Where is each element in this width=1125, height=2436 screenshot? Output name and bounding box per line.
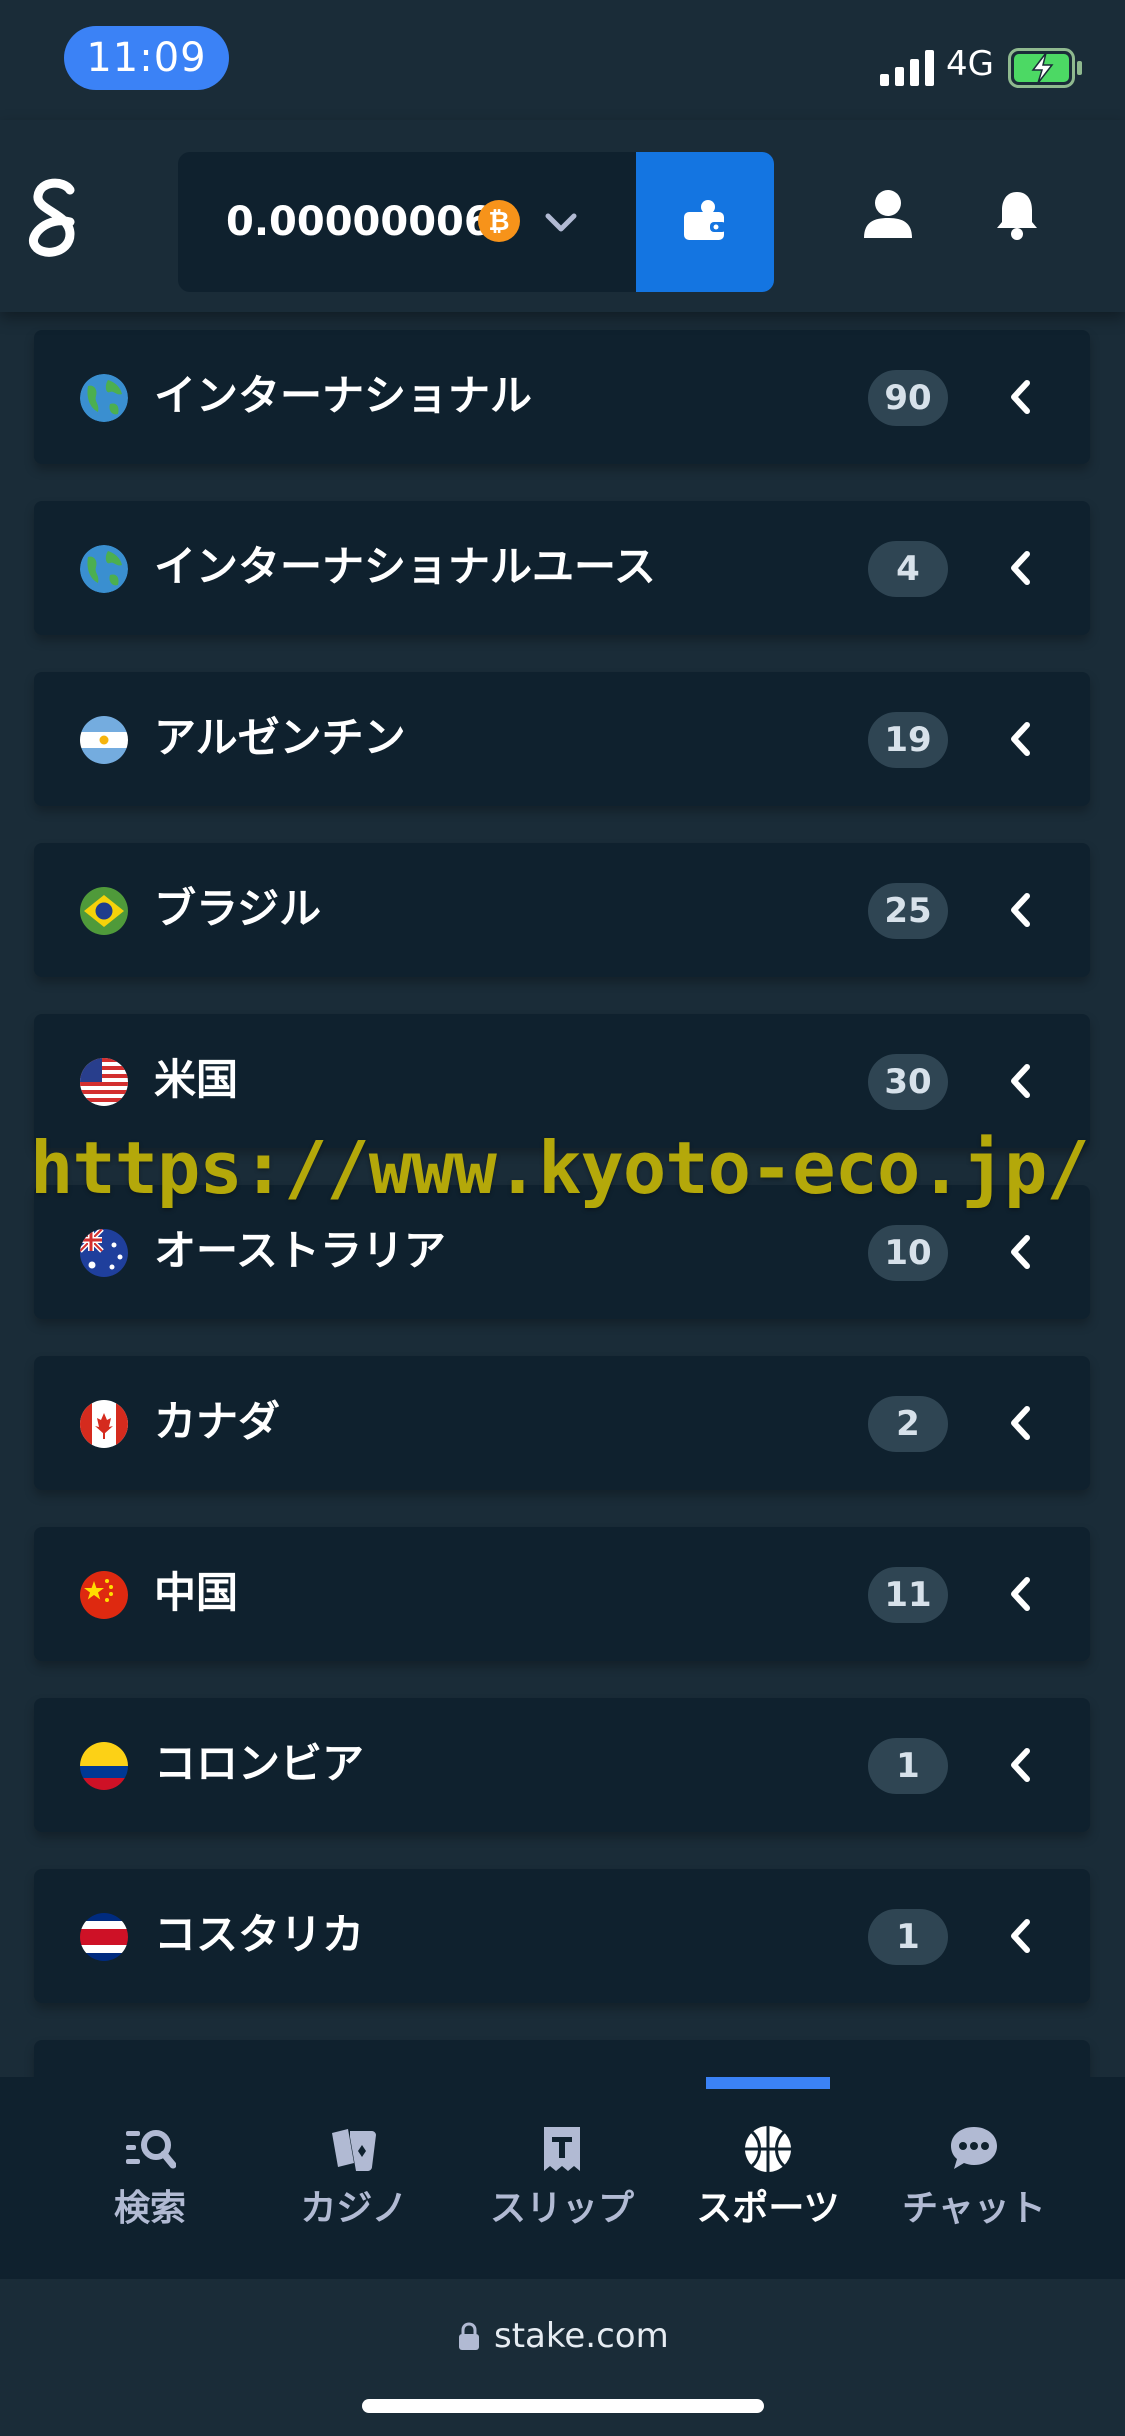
globe-icon: [80, 545, 128, 593]
chevron-left-icon: [1011, 893, 1030, 927]
balance-amount: 0.00000006: [226, 199, 492, 245]
country-row-international-youth[interactable]: インターナショナルユース 4: [34, 501, 1090, 635]
country-label: オーストラリア: [154, 1226, 446, 1275]
status-bar: 11:09 4G: [0, 0, 1125, 120]
brazil-flag-icon: [80, 887, 128, 935]
battery-charging-icon: [1008, 48, 1082, 88]
country-label: インターナショナル: [154, 371, 533, 420]
nav-sports[interactable]: スポーツ: [678, 2123, 858, 2253]
country-row-canada[interactable]: カナダ 2: [34, 1356, 1090, 1490]
event-count-badge: 19: [868, 712, 948, 768]
chevron-left-icon: [1011, 1919, 1030, 1953]
country-label: インターナショナルユース: [154, 542, 656, 591]
country-label: 米国: [154, 1055, 239, 1104]
wallet-icon: [684, 200, 726, 240]
country-row-partial[interactable]: [34, 2040, 1090, 2077]
bell-icon[interactable]: [994, 188, 1040, 240]
chevron-left-icon: [1011, 1064, 1030, 1098]
canada-flag-icon: [80, 1400, 128, 1448]
event-count-badge: 1: [868, 1909, 948, 1965]
event-count-badge: 1: [868, 1738, 948, 1794]
event-count-badge: 11: [868, 1567, 948, 1623]
costa-rica-flag-icon: [80, 1913, 128, 1961]
url-text: stake.com: [494, 2316, 669, 2356]
chevron-left-icon: [1011, 1748, 1030, 1782]
bottom-navigation: 検索 カジノ スリップ スポーツ チャット: [0, 2077, 1125, 2279]
nav-label: 検索: [113, 2188, 186, 2229]
user-icon[interactable]: [862, 188, 914, 240]
cards-icon: [332, 2129, 376, 2171]
event-count-badge: 90: [868, 370, 948, 426]
event-count-badge: 30: [868, 1054, 948, 1110]
lock-icon: [459, 2322, 479, 2350]
country-label: 中国: [154, 1568, 239, 1617]
svg-text:₿: ₿: [488, 207, 509, 237]
china-flag-icon: [80, 1571, 128, 1619]
active-tab-indicator: [706, 2077, 830, 2089]
nav-betslip[interactable]: スリップ: [472, 2123, 652, 2253]
colombia-flag-icon: [80, 1742, 128, 1790]
chevron-down-icon: [545, 213, 577, 232]
country-label: コスタリカ: [154, 1910, 365, 1959]
app-header: 0.00000006 ₿: [0, 120, 1125, 312]
nav-search[interactable]: 検索: [60, 2123, 240, 2253]
argentina-flag-icon: [80, 716, 128, 764]
event-count-badge: 4: [868, 541, 948, 597]
nav-label: スリップ: [489, 2188, 634, 2229]
usa-flag-icon: [80, 1058, 128, 1106]
browser-url-bar[interactable]: stake.com: [0, 2279, 1125, 2436]
chevron-left-icon: [1011, 1235, 1030, 1269]
nav-casino[interactable]: カジノ: [264, 2123, 444, 2253]
chevron-left-icon: [1011, 1406, 1030, 1440]
wallet-button[interactable]: [636, 152, 774, 292]
chevron-left-icon: [1011, 722, 1030, 756]
betslip-icon: [544, 2127, 580, 2171]
event-count-badge: 2: [868, 1396, 948, 1452]
country-row-argentina[interactable]: アルゼンチン 19: [34, 672, 1090, 806]
bitcoin-icon: ₿: [478, 200, 520, 242]
country-label: ブラジル: [154, 884, 322, 933]
country-row-china[interactable]: 中国 11: [34, 1527, 1090, 1661]
stake-logo-icon[interactable]: [26, 176, 84, 262]
australia-flag-icon: [80, 1229, 128, 1277]
search-icon: [126, 2130, 176, 2169]
chat-icon: [951, 2127, 997, 2169]
event-count-badge: 25: [868, 883, 948, 939]
country-row-brazil[interactable]: ブラジル 25: [34, 843, 1090, 977]
chevron-left-icon: [1011, 1577, 1030, 1611]
country-row-colombia[interactable]: コロンビア 1: [34, 1698, 1090, 1832]
status-time: 11:09: [64, 26, 229, 90]
nav-label: チャット: [902, 2188, 1046, 2229]
network-type: 4G: [946, 44, 994, 84]
home-indicator[interactable]: [362, 2399, 764, 2413]
nav-label: スポーツ: [696, 2188, 840, 2229]
basketball-icon: [745, 2126, 791, 2172]
event-count-badge: 10: [868, 1225, 948, 1281]
nav-chat[interactable]: チャット: [884, 2123, 1064, 2253]
country-label: カナダ: [154, 1397, 281, 1446]
country-row-costa-rica[interactable]: コスタリカ 1: [34, 1869, 1090, 2003]
signal-icon: [880, 50, 934, 86]
nav-label: カジノ: [300, 2188, 408, 2229]
chevron-left-icon: [1011, 380, 1030, 414]
chevron-left-icon: [1011, 551, 1030, 585]
globe-icon: [80, 374, 128, 422]
country-label: アルゼンチン: [154, 713, 406, 762]
country-label: コロンビア: [154, 1739, 365, 1788]
watermark-url: https://www.kyoto-eco.jp/: [30, 1126, 1090, 1210]
balance-selector[interactable]: 0.00000006 ₿: [178, 152, 638, 292]
country-row-international[interactable]: インターナショナル 90: [34, 330, 1090, 464]
